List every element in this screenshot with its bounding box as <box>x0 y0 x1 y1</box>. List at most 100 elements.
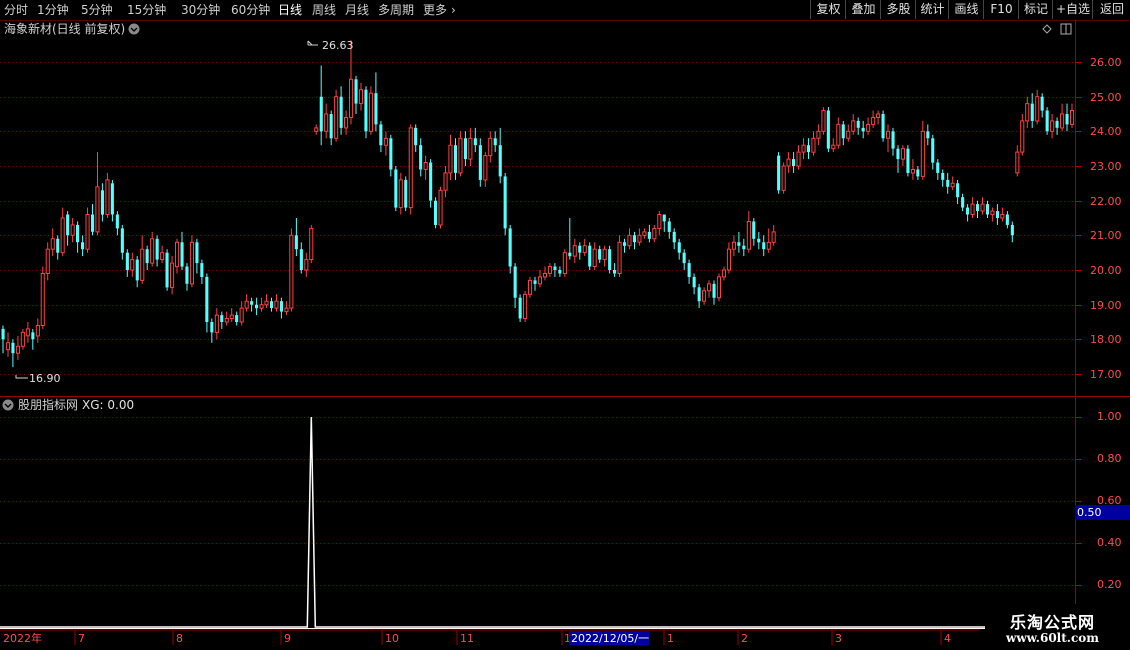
candle-body-down <box>662 214 666 222</box>
candle-body-up <box>786 158 791 167</box>
candle-body-down <box>453 145 457 173</box>
candle-body-up <box>1020 120 1025 153</box>
candle-body-up <box>214 314 219 333</box>
candle-body-down <box>419 145 423 170</box>
kline-chart[interactable]: 26.00 25.00 24.00 23.00 22.00 21.00 20.0… <box>0 0 1130 650</box>
chevron-down-icon[interactable] <box>128 23 140 35</box>
candle-body-up <box>468 137 473 160</box>
candle-body-down <box>255 304 259 309</box>
indicator-tick: 0.40 <box>1097 536 1122 549</box>
candle-body-down <box>200 263 204 277</box>
diamond-icon[interactable] <box>1042 24 1052 34</box>
candle-body-down <box>115 214 119 229</box>
candle-body-down <box>906 148 910 173</box>
indicator-grid <box>0 417 1081 586</box>
xg-value: XG: 0.00 <box>82 398 134 412</box>
candle-body-up <box>95 186 100 233</box>
watermark: 乐淘公式网 www.60lt.com <box>985 604 1130 650</box>
candle-body-up <box>324 113 329 132</box>
candle-body-down <box>185 266 189 284</box>
candle-body-up <box>358 89 363 105</box>
time-label: 2022年 <box>3 631 42 645</box>
candle-body-up <box>592 248 597 267</box>
candle-body-down <box>623 242 627 246</box>
price-tick: 19.00 <box>1090 299 1122 312</box>
low-marker-arrow <box>15 375 28 379</box>
candle-body-down <box>414 127 418 146</box>
candle-body-up <box>483 155 488 181</box>
candle-body-down <box>364 89 368 132</box>
candle-body-up <box>542 273 548 278</box>
candle-body-up <box>702 290 707 302</box>
candle-body-down <box>270 301 274 309</box>
candle-body-down <box>647 231 651 239</box>
candle-body-up <box>40 273 45 326</box>
candle-body-down <box>687 263 691 277</box>
candle-body-up <box>816 130 821 139</box>
candle-body-up <box>707 283 712 292</box>
candle-body-up <box>1050 120 1055 132</box>
time-axis: 2022年 7 8 9 10 11 1 1 2 3 4 2022/12/05/一 <box>0 629 980 645</box>
candle-body-down <box>155 238 159 260</box>
candle-body-up <box>582 245 587 254</box>
price-tick: 25.00 <box>1090 91 1122 104</box>
candle-body-up <box>488 137 493 157</box>
candle-body-down <box>598 249 602 260</box>
candle-body-down <box>220 315 224 322</box>
candle-body-up <box>716 276 722 299</box>
candle-body-down <box>235 315 239 322</box>
candle-body-down <box>473 138 477 146</box>
candle-body-down <box>76 224 80 243</box>
candle-body-down <box>916 169 920 177</box>
candle-body-down <box>11 342 15 354</box>
candle-body-down <box>294 235 298 250</box>
candle-body-up <box>244 300 249 309</box>
indicator-title: 股朋指标网 <box>18 397 78 412</box>
candle-body-up <box>314 127 319 132</box>
candle-body-down <box>956 183 960 198</box>
candle-body-up <box>1015 151 1020 174</box>
indicator-axis: 1.00 0.80 0.60 0.40 0.20 <box>1097 410 1122 591</box>
candle-body-up <box>766 241 771 250</box>
candle-body-down <box>100 190 104 215</box>
candle-body-up <box>746 221 751 250</box>
candle-body-up <box>25 328 30 337</box>
candle-body-down <box>513 266 517 298</box>
candle-body-down <box>946 179 950 187</box>
candle-body-up <box>617 241 622 275</box>
candle-body-down <box>1040 96 1044 111</box>
candle-body-up <box>334 96 339 139</box>
candle-body-down <box>985 204 989 215</box>
candle-body-up <box>572 245 577 257</box>
chevron-down-icon[interactable] <box>2 399 14 411</box>
candle-body-down <box>374 93 378 125</box>
candle-body-down <box>250 301 254 305</box>
candle-body-up <box>70 224 75 236</box>
candle-body-down <box>498 145 502 177</box>
candle-body-up <box>264 300 269 306</box>
high-price-label: 26.63 <box>322 39 354 52</box>
candle-body-down <box>777 155 781 191</box>
candle-body-down <box>588 245 592 267</box>
candle-body-down <box>578 245 582 253</box>
candle-body-down <box>299 249 303 270</box>
time-label: 1 <box>667 632 674 645</box>
candle-body-down <box>110 183 114 215</box>
price-tick: 26.00 <box>1090 56 1122 69</box>
candle-body-up <box>831 144 836 150</box>
candle-body-up <box>836 123 841 146</box>
candle-body-down <box>81 242 85 250</box>
candle-body-down <box>995 211 999 218</box>
candle-body-down <box>677 242 681 253</box>
candle-body-down <box>429 162 433 201</box>
candle-body-down <box>941 172 945 180</box>
time-label: 10 <box>385 632 399 645</box>
price-axis: 26.00 25.00 24.00 23.00 22.00 21.00 20.0… <box>1090 56 1122 381</box>
candlestick-series <box>1 40 1075 368</box>
candle-body-down <box>841 124 845 139</box>
candle-body-down <box>518 297 522 319</box>
candle-body-down <box>354 79 358 104</box>
time-label: 8 <box>176 632 183 645</box>
candle-body-down <box>613 270 617 274</box>
candle-body-up <box>851 120 856 132</box>
